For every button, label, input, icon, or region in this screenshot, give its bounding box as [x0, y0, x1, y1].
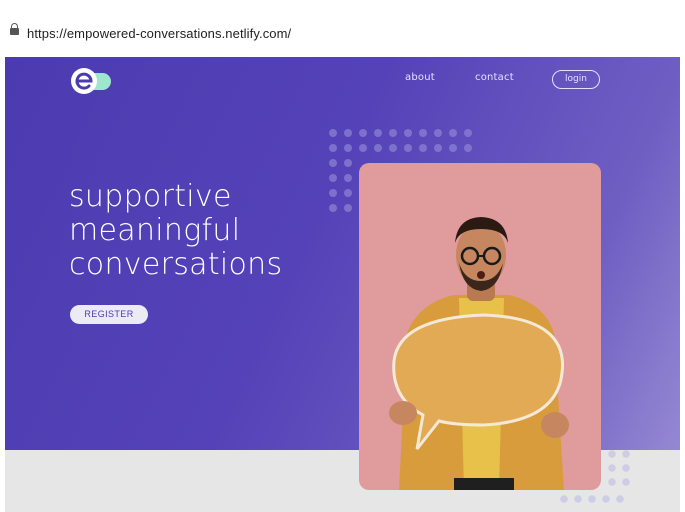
lock-icon — [10, 23, 19, 35]
headline-line-1: supportive — [69, 179, 232, 214]
register-button[interactable]: REGISTER — [70, 305, 148, 324]
person-with-speech-bubble-illustration — [389, 217, 569, 490]
empowered-logo-icon[interactable] — [69, 67, 113, 95]
headline-line-3: conversations — [69, 247, 283, 282]
browser-url-bar[interactable]: https://empowered-conversations.netlify.… — [0, 0, 685, 56]
login-button[interactable]: login — [552, 70, 600, 89]
url-text[interactable]: https://empowered-conversations.netlify.… — [27, 26, 291, 41]
nav-contact-link[interactable]: contact — [475, 72, 514, 83]
hero-headline: supportive meaningful conversations — [69, 180, 282, 282]
nav-about-link[interactable]: about — [405, 72, 435, 83]
headline-line-2: meaningful — [69, 213, 241, 248]
hero-photo-card — [359, 163, 601, 490]
